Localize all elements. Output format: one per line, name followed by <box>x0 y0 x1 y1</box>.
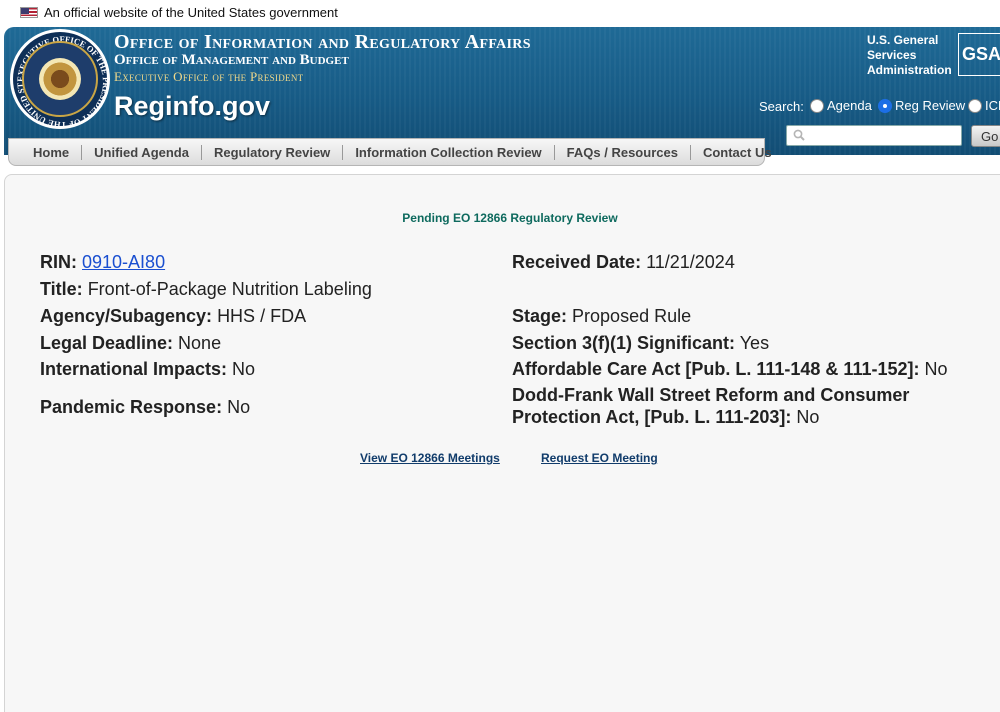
nav-regulatory-review[interactable]: Regulatory Review <box>200 144 342 160</box>
nav-home[interactable]: Home <box>23 145 81 160</box>
gsa-logo[interactable]: GSA <box>958 33 1000 76</box>
search-option-agenda[interactable]: Agenda <box>810 98 872 113</box>
eop-seal-logo[interactable]: EXECUTIVE OFFICE OF THE PRESIDENT OF THE… <box>10 29 111 130</box>
search-option-icr[interactable]: ICR <box>968 98 1000 113</box>
international-impacts-field: International Impacts: No <box>40 359 256 379</box>
aca-field: Affordable Care Act [Pub. L. 111-148 & 1… <box>512 359 948 379</box>
nav-contact-us[interactable]: Contact Us <box>689 144 784 160</box>
site-header: EXECUTIVE OFFICE OF THE PRESIDENT OF THE… <box>4 27 1000 155</box>
main-content: Pending EO 12866 Regulatory Review RIN: … <box>4 174 1000 712</box>
gsa-text-link[interactable]: U.S. General Services Administration <box>867 33 959 78</box>
title-field: Title: Front-of-Package Nutrition Labeli… <box>40 279 372 299</box>
eagle-emblem-icon <box>39 58 81 100</box>
view-meetings-link[interactable]: View EO 12866 Meetings <box>360 451 500 465</box>
radio-reg-review[interactable] <box>878 98 892 113</box>
nav-information-collection-review[interactable]: Information Collection Review <box>342 144 553 160</box>
oira-title: Office of Information and Regulatory Aff… <box>114 31 531 53</box>
us-flag-icon <box>20 7 38 18</box>
page-heading: Pending EO 12866 Regulatory Review <box>402 211 618 225</box>
go-button[interactable]: Go <box>971 125 1000 147</box>
official-gov-banner: An official website of the United States… <box>0 0 1000 24</box>
legal-deadline-field: Legal Deadline: None <box>40 333 222 353</box>
received-date-field: Received Date: 11/21/2024 <box>512 252 735 272</box>
pandemic-response-field: Pandemic Response: No <box>40 397 251 417</box>
omb-title: Office of Management and Budget <box>114 52 349 68</box>
eop-title: Executive Office of the President <box>114 69 304 84</box>
agency-field: Agency/Subagency: HHS / FDA <box>40 306 307 326</box>
official-site-text: An official website of the United States… <box>44 5 338 20</box>
main-nav: Home Unified Agenda Regulatory Review In… <box>8 138 772 166</box>
search-label: Search: <box>759 99 804 114</box>
site-name-link[interactable]: Reginfo.gov <box>114 91 270 122</box>
search-icon <box>793 129 805 141</box>
dodd-frank-field: Dodd-Frank Wall Street Reform and Consum… <box>512 385 910 427</box>
search-input[interactable] <box>786 125 962 146</box>
section-3f1-field: Section 3(f)(1) Significant: Yes <box>512 333 770 353</box>
rin-link[interactable]: 0910-AI80 <box>82 252 165 272</box>
request-meeting-link[interactable]: Request EO Meeting <box>541 451 658 465</box>
nav-unified-agenda[interactable]: Unified Agenda <box>81 144 201 160</box>
rin-field: RIN: 0910-AI80 <box>40 252 166 272</box>
stage-field: Stage: Proposed Rule <box>512 306 692 326</box>
radio-agenda[interactable] <box>810 98 824 113</box>
nav-faqs-resources[interactable]: FAQs / Resources <box>553 144 690 160</box>
radio-icr[interactable] <box>968 98 982 113</box>
search-option-reg-review[interactable]: Reg Review <box>878 98 965 113</box>
